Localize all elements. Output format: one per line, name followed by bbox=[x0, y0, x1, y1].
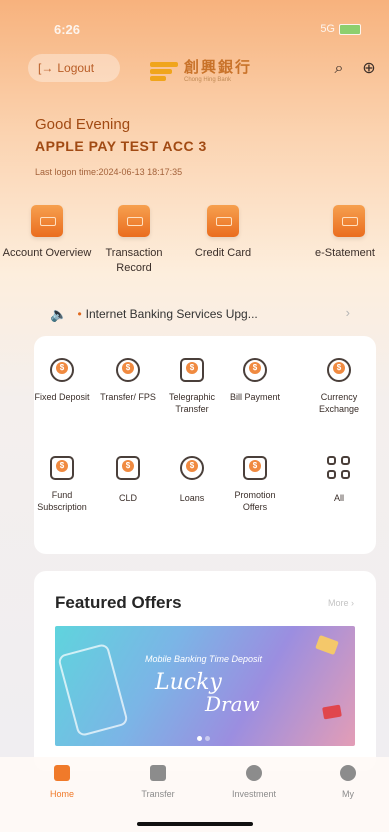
service-promotion-offers[interactable]: Promotion Offers bbox=[223, 456, 287, 513]
service-label: Currency Exchange bbox=[318, 392, 360, 414]
quick-label: e-Statement bbox=[315, 247, 375, 259]
service-label: Telegraphic Transfer bbox=[168, 392, 216, 414]
home-indicator bbox=[137, 822, 253, 826]
telegraphic-transfer-icon bbox=[180, 358, 204, 382]
cld-icon bbox=[116, 456, 140, 480]
tab-my[interactable]: My bbox=[313, 765, 383, 799]
tab-label: My bbox=[342, 789, 354, 799]
notice-dot: • bbox=[77, 307, 82, 321]
fund-subscription-icon bbox=[50, 456, 74, 480]
quick-actions: Account Overview Transaction Record Cred… bbox=[3, 205, 389, 285]
tab-transfer[interactable]: Transfer bbox=[123, 765, 193, 799]
account-name: APPLE PAY TEST ACC 3 bbox=[35, 138, 207, 154]
banner-headline: Mobile Banking Time Deposit bbox=[145, 654, 262, 664]
more-link[interactable]: More › bbox=[328, 598, 354, 608]
greeting-text: Good Evening bbox=[35, 116, 131, 133]
featured-offers-title: Featured Offers bbox=[55, 593, 182, 612]
quick-account-overview[interactable]: Account Overview bbox=[2, 205, 92, 261]
transfer-icon bbox=[116, 358, 140, 382]
tab-label: Investment bbox=[231, 789, 277, 799]
top-header: [→ Logout 創興銀行 Chong Hing Bank ⌕ ⊕ bbox=[0, 54, 389, 84]
red-card-icon bbox=[322, 704, 342, 720]
bill-payment-icon bbox=[243, 358, 267, 382]
lucky-draw-banner[interactable]: Mobile Banking Time Deposit Lucky Draw bbox=[55, 626, 355, 746]
logo-mark-icon bbox=[150, 59, 180, 81]
logout-label: Logout bbox=[57, 61, 95, 75]
service-label: CLD bbox=[118, 493, 137, 503]
service-label: Fixed Deposit bbox=[34, 392, 90, 402]
service-loans[interactable]: Loans bbox=[160, 456, 224, 504]
loans-icon bbox=[180, 456, 204, 480]
bank-logo: 創興銀行 Chong Hing Bank bbox=[150, 56, 252, 83]
service-cld[interactable]: CLD bbox=[96, 456, 160, 504]
grid-icon bbox=[327, 456, 351, 480]
service-transfer-fps[interactable]: Transfer/ FPS bbox=[96, 358, 160, 403]
service-label: Transfer/ FPS bbox=[100, 392, 156, 402]
banner-title-draw: Draw bbox=[205, 692, 260, 716]
featured-offers-section: Featured Offers More › Mobile Banking Ti… bbox=[34, 571, 376, 771]
e-statement-icon bbox=[333, 205, 365, 237]
status-bar: 6:26 5G bbox=[0, 0, 389, 46]
announcement-bar[interactable]: 🔈 • Internet Banking Services Upg... › bbox=[50, 304, 350, 324]
tab-label: Home bbox=[49, 789, 74, 799]
chevron-right-icon[interactable]: › bbox=[346, 305, 350, 320]
logo-english-name: Chong Hing Bank bbox=[184, 77, 232, 83]
logo-chinese-name: 創興銀行 bbox=[184, 59, 253, 76]
tab-home[interactable]: Home bbox=[27, 765, 97, 799]
tab-investment[interactable]: Investment bbox=[219, 765, 289, 799]
carousel-dot[interactable] bbox=[197, 736, 202, 741]
service-all[interactable]: All bbox=[307, 456, 371, 504]
service-bill-payment[interactable]: Bill Payment bbox=[223, 358, 287, 403]
service-currency-exchange[interactable]: Currency Exchange bbox=[307, 358, 371, 415]
quick-label: Account Overview bbox=[2, 247, 92, 259]
last-logon-time: Last logon time:2024-06-13 18:17:35 bbox=[35, 167, 183, 177]
quick-label: Transaction Record bbox=[105, 247, 163, 274]
bottom-tab-bar: Home Transfer Investment My bbox=[0, 757, 389, 832]
service-label: Promotion Offers bbox=[234, 490, 276, 512]
app-screen: 6:26 5G [→ Logout 創興銀行 Chong Hing Bank ⌕… bbox=[0, 0, 389, 832]
tab-label: Transfer bbox=[141, 789, 175, 799]
quick-credit-card[interactable]: Credit Card bbox=[178, 205, 268, 261]
service-label: Loans bbox=[179, 493, 205, 503]
carousel-dot[interactable] bbox=[205, 736, 210, 741]
add-icon[interactable]: ⊕ bbox=[358, 58, 380, 80]
logout-icon: [→ bbox=[38, 61, 54, 75]
status-indicators: 5G bbox=[320, 23, 361, 35]
more-label: More bbox=[327, 598, 349, 608]
logout-button[interactable]: [→ Logout bbox=[28, 54, 120, 82]
quick-e-statement[interactable]: e-Statement bbox=[301, 205, 389, 261]
service-label: All bbox=[333, 493, 344, 503]
service-label: Fund Subscription bbox=[37, 490, 87, 512]
service-label: Bill Payment bbox=[229, 392, 281, 402]
service-telegraphic-transfer[interactable]: Telegraphic Transfer bbox=[160, 358, 224, 415]
quick-transaction-record[interactable]: Transaction Record bbox=[89, 205, 179, 276]
credit-card-icon bbox=[207, 205, 239, 237]
announcement-text: Internet Banking Services Upg... bbox=[85, 307, 258, 321]
services-grid: Fixed Deposit Transfer/ FPS Telegraphic … bbox=[34, 336, 376, 554]
timer-icon bbox=[50, 358, 74, 382]
battery-icon bbox=[339, 23, 361, 35]
transaction-record-icon bbox=[118, 205, 150, 237]
search-icon[interactable]: ⌕ bbox=[328, 58, 350, 80]
service-fixed-deposit[interactable]: Fixed Deposit bbox=[30, 358, 94, 403]
investment-icon bbox=[246, 765, 262, 781]
quick-label: Credit Card bbox=[194, 247, 252, 259]
service-fund-subscription[interactable]: Fund Subscription bbox=[30, 456, 94, 513]
user-icon bbox=[340, 765, 356, 781]
account-overview-icon bbox=[31, 205, 63, 237]
home-icon bbox=[54, 765, 70, 781]
transfer-tab-icon bbox=[150, 765, 166, 781]
phone-illustration-icon bbox=[57, 642, 129, 738]
tag-icon bbox=[243, 456, 267, 480]
signal-label: 5G bbox=[320, 23, 335, 35]
gold-card-icon bbox=[315, 635, 339, 655]
currency-exchange-icon bbox=[327, 358, 351, 382]
speaker-icon: 🔈 bbox=[50, 305, 68, 322]
status-time: 6:26 bbox=[54, 22, 81, 37]
